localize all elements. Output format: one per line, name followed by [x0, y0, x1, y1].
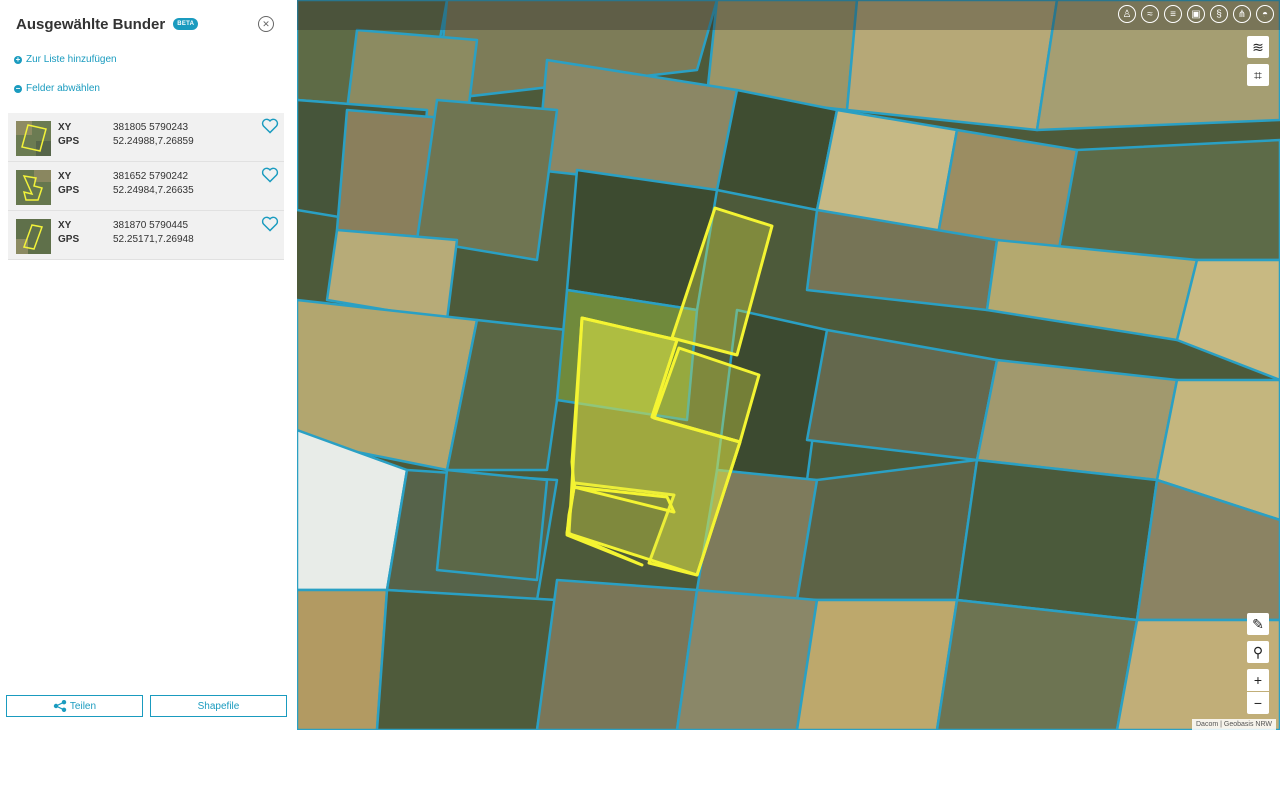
measure-icon[interactable]: ≈ [1141, 5, 1159, 23]
network-icon[interactable]: ⋔ [1233, 5, 1251, 23]
layers-button[interactable]: ≋ [1247, 36, 1269, 58]
map-tool-icons: ♙ ≈ ≡ ▣ § ⋔ ◓ [1118, 5, 1274, 23]
zoom-in-label: + [1253, 672, 1263, 688]
select-area-button[interactable]: ⌗ [1247, 64, 1269, 86]
aerial-map[interactable] [297, 0, 1280, 730]
heart-icon[interactable] [261, 167, 279, 183]
map-view[interactable]: ♙ ≈ ≡ ▣ § ⋔ ◓ ≋ ⌗ ✎ ⚲ + − Dacom | Geobas… [297, 0, 1280, 730]
list-item[interactable]: XY 381652 5790242 GPS 52.24984,7.26635 [8, 162, 284, 211]
zoom-out-button[interactable]: − [1247, 692, 1269, 714]
weather-icon[interactable]: ◓ [1256, 5, 1274, 23]
gps-value: 52.24984,7.26635 [113, 185, 194, 196]
beta-badge: BETA [173, 18, 199, 30]
xy-value: 381805 5790243 [113, 122, 189, 133]
layers-icon: ≋ [1252, 38, 1264, 55]
add-to-list-button[interactable]: + Zur Liste hinzufügen [14, 54, 117, 65]
paragraph-icon[interactable]: § [1210, 5, 1228, 23]
panel-title: Ausgewählte Bunder [16, 15, 166, 33]
gps-value: 52.24988,7.26859 [113, 136, 194, 147]
select-area-icon: ⌗ [1254, 66, 1262, 83]
deselect-fields-label: Felder abwählen [26, 83, 100, 94]
close-panel-button[interactable]: ✕ [258, 16, 274, 32]
deselect-fields-button[interactable]: − Felder abwählen [14, 83, 100, 94]
owner-icon[interactable]: ♙ [1118, 5, 1136, 23]
plus-circle-icon: + [14, 54, 22, 64]
ruler-icon: ✎ [1252, 615, 1264, 632]
heart-icon[interactable] [261, 118, 279, 134]
map-attribution[interactable]: Dacom | Geobasis NRW [1192, 719, 1276, 730]
share-button[interactable]: Teilen [6, 695, 143, 717]
field-thumbnail [16, 170, 51, 205]
list-item[interactable]: XY 381805 5790243 GPS 52.24988,7.26859 [8, 113, 284, 162]
xy-value: 381870 5790445 [113, 220, 189, 231]
list-icon[interactable]: ≡ [1164, 5, 1182, 23]
close-icon: ✕ [262, 18, 270, 29]
gps-value: 52.25171,7.26948 [113, 234, 194, 245]
zoom-in-button[interactable]: + [1247, 669, 1269, 691]
minus-circle-icon: − [14, 83, 22, 93]
gps-label: GPS [58, 136, 80, 147]
list-item[interactable]: XY 381870 5790445 GPS 52.25171,7.26948 [8, 211, 284, 260]
xy-label: XY [58, 220, 72, 231]
shapefile-button[interactable]: Shapefile [150, 695, 287, 717]
xy-value: 381652 5790242 [113, 171, 189, 182]
gps-label: GPS [58, 185, 80, 196]
selected-fields-list: XY 381805 5790243 GPS 52.24988,7.26859 X… [8, 113, 284, 260]
xy-label: XY [58, 122, 72, 133]
heart-icon[interactable] [261, 216, 279, 232]
ruler-button[interactable]: ✎ [1247, 613, 1269, 635]
field-thumbnail [16, 121, 51, 156]
print-icon[interactable]: ▣ [1187, 5, 1205, 23]
field-thumbnail [16, 219, 51, 254]
location-button[interactable]: ⚲ [1247, 641, 1269, 663]
xy-label: XY [58, 171, 72, 182]
add-to-list-label: Zur Liste hinzufügen [26, 54, 117, 65]
location-pin-icon: ⚲ [1252, 643, 1264, 660]
sidebar-panel: Ausgewählte Bunder BETA ✕ + Zur Liste hi… [0, 0, 297, 730]
shapefile-label: Shapefile [197, 700, 240, 712]
gps-label: GPS [58, 234, 80, 245]
share-label: Teilen [69, 700, 97, 712]
share-icon [53, 700, 67, 712]
panel-header: Ausgewählte Bunder BETA [16, 14, 199, 34]
zoom-out-label: − [1253, 695, 1263, 711]
